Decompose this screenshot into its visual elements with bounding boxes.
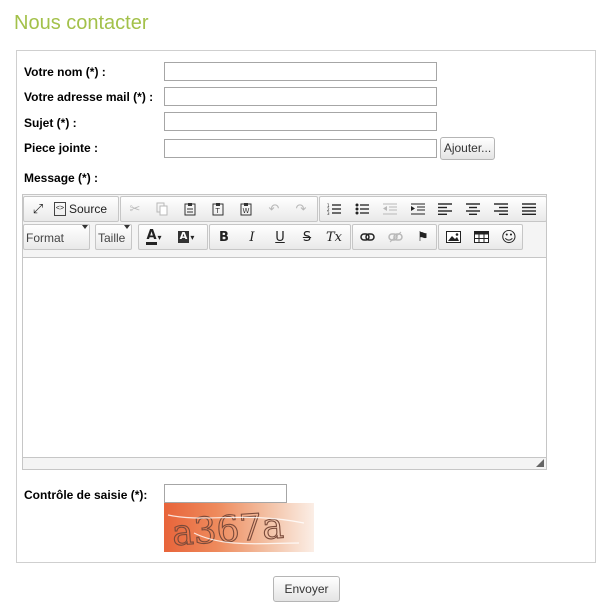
page-title: Nous contacter	[14, 12, 149, 34]
name-label: Votre nom (*) :	[24, 65, 106, 79]
source-label: Source	[69, 202, 108, 216]
size-dropdown-label: Taille	[98, 231, 126, 245]
align-right-icon[interactable]	[490, 200, 512, 218]
cut-icon[interactable]: ✂	[124, 200, 146, 218]
toolbar-group-colors: A ▾ A ▾	[138, 224, 208, 250]
svg-text:T: T	[214, 207, 220, 215]
underline-icon[interactable]: U	[269, 228, 291, 246]
link-icon[interactable]	[356, 228, 378, 246]
format-dropdown-label: Format	[26, 231, 65, 245]
strikethrough-icon[interactable]: S	[296, 228, 318, 246]
email-input[interactable]	[164, 87, 437, 106]
indent-icon[interactable]	[407, 200, 429, 218]
resize-handle-icon[interactable]	[536, 459, 544, 467]
captcha-image: a367a	[164, 503, 314, 552]
format-dropdown-arrow-icon	[82, 225, 88, 229]
source-icon: <>	[54, 202, 66, 216]
attachment-label: Piece jointe :	[24, 141, 99, 155]
justify-icon[interactable]	[518, 200, 540, 218]
smiley-icon[interactable]: ☺	[498, 228, 520, 246]
unlink-icon[interactable]	[384, 228, 406, 246]
svg-text:a367a: a367a	[171, 506, 285, 552]
outdent-icon[interactable]	[379, 200, 401, 218]
numbered-list-icon[interactable]: 123	[323, 200, 345, 218]
email-label: Votre adresse mail (*) :	[24, 90, 154, 104]
add-attachment-button[interactable]: Ajouter...	[440, 137, 495, 160]
align-left-icon[interactable]	[434, 200, 456, 218]
message-label: Message (*) :	[24, 171, 99, 185]
format-dropdown[interactable]: Format	[23, 224, 90, 250]
toolbar-group-paragraph: 123	[319, 196, 547, 222]
svg-text:3: 3	[327, 211, 330, 215]
paste-icon[interactable]	[179, 200, 201, 218]
redo-icon[interactable]: ↷	[290, 200, 312, 218]
italic-icon[interactable]: I	[241, 228, 263, 246]
bulleted-list-icon[interactable]	[351, 200, 373, 218]
svg-text:W: W	[242, 207, 249, 215]
editor-toolbar-row-2: Format Taille A ▾ A ▾ B I U S Tx ⚑ ☺	[23, 224, 546, 250]
toolbar-group-document: ⤢ <> Source	[23, 196, 119, 222]
captcha-svg: a367a	[167, 505, 305, 552]
subject-input[interactable]	[164, 112, 437, 131]
rich-text-editor: ⤢ <> Source ✂ T W ↶ ↷ 123 Format Taille …	[22, 194, 547, 470]
message-editor-area[interactable]	[23, 257, 546, 458]
size-dropdown[interactable]: Taille	[95, 224, 132, 250]
size-dropdown-arrow-icon	[124, 225, 130, 229]
toolbar-group-insert: ☺	[438, 224, 523, 250]
copy-icon[interactable]	[151, 200, 173, 218]
anchor-flag-icon[interactable]: ⚑	[412, 228, 434, 246]
bold-icon[interactable]: B	[213, 228, 235, 246]
attachment-input[interactable]	[164, 139, 437, 158]
toolbar-group-links: ⚑	[352, 224, 437, 250]
text-color-icon[interactable]: A ▾	[143, 228, 165, 246]
submit-button[interactable]: Envoyer	[273, 576, 340, 602]
align-center-icon[interactable]	[462, 200, 484, 218]
source-button[interactable]: <> Source	[54, 200, 107, 218]
paste-text-icon[interactable]: T	[207, 200, 229, 218]
captcha-label: Contrôle de saisie (*):	[24, 488, 148, 502]
background-color-icon[interactable]: A ▾	[175, 228, 197, 246]
undo-icon[interactable]: ↶	[263, 200, 285, 218]
editor-toolbar-row-1: ⤢ <> Source ✂ T W ↶ ↷ 123	[23, 196, 547, 222]
captcha-input[interactable]	[164, 484, 287, 503]
toolbar-group-basic-styles: B I U S Tx	[209, 224, 351, 250]
remove-format-icon[interactable]: Tx	[323, 228, 345, 246]
subject-label: Sujet (*) :	[24, 116, 77, 130]
name-input[interactable]	[164, 62, 437, 81]
maximize-icon[interactable]: ⤢	[27, 200, 49, 218]
toolbar-group-clipboard: ✂ T W ↶ ↷	[120, 196, 318, 222]
table-icon[interactable]	[470, 228, 492, 246]
paste-word-icon[interactable]: W	[235, 200, 257, 218]
image-icon[interactable]	[442, 228, 464, 246]
